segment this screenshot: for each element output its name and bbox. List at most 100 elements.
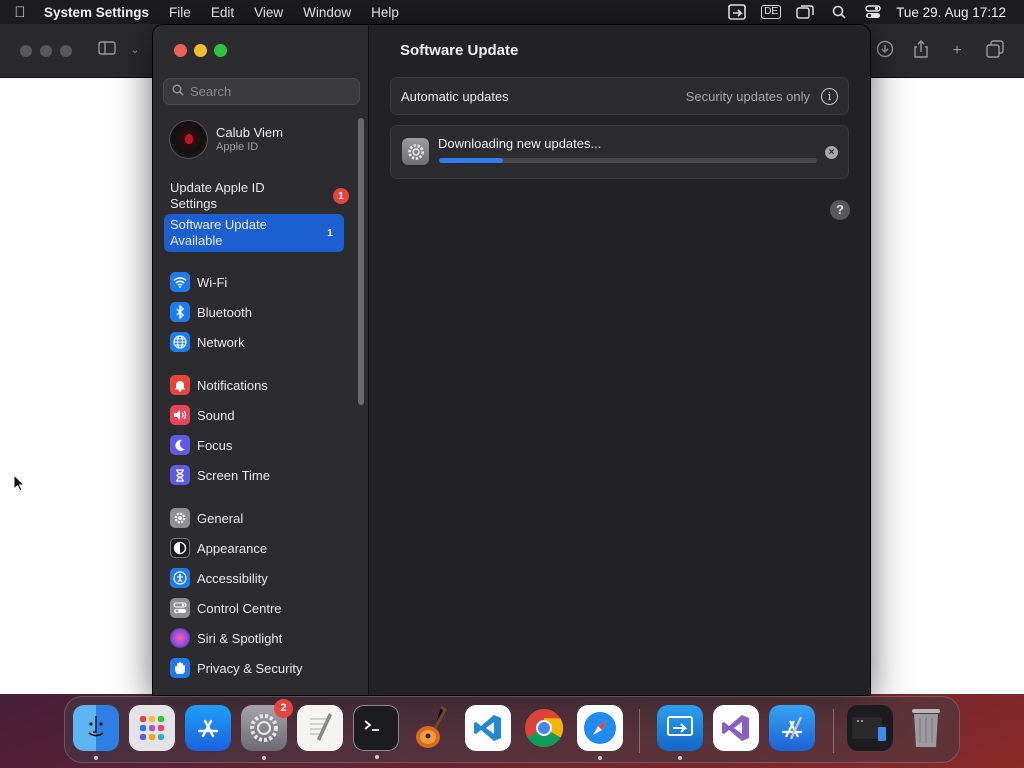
sidebar-item-notifications[interactable]: Notifications [170,374,355,396]
dock-terminal-icon[interactable] [353,705,399,759]
cancel-download-icon[interactable]: × [825,146,838,159]
accessibility-icon [170,568,190,588]
download-progress-fill [439,158,504,163]
hourglass-icon [170,465,190,485]
dock-remote-desktop-icon[interactable] [657,705,703,760]
notification-count-badge: 1 [327,227,333,239]
apple-id-account[interactable]: Calub Viem Apple ID [169,119,354,159]
hand-icon [170,658,190,678]
dock-garageband-icon[interactable] [409,705,455,751]
dock-app-store-icon[interactable] [185,705,231,751]
sidebar-item-appearance[interactable]: Appearance [170,537,355,559]
sidebar-item-label: Accessibility [197,570,268,586]
appearance-icon [170,538,190,558]
globe-icon [170,332,190,352]
dock-separator [833,709,834,753]
notice-label: Software Update Available [170,217,267,248]
account-subtitle: Apple ID [216,141,259,153]
download-progress-card: Downloading new updates... × [390,125,849,179]
speaker-icon [170,405,190,425]
spotlight-search-icon[interactable] [822,0,856,24]
sidebar-item-label: Network [197,334,245,350]
sidebar-item-general[interactable]: General [170,507,355,529]
window-close-button[interactable] [174,44,187,57]
display-mirror-icon[interactable] [788,0,822,24]
dock-trash-icon[interactable] [903,705,949,751]
sidebar-item-screen-time[interactable]: Screen Time [170,464,355,486]
menu-file[interactable]: File [159,5,201,20]
running-indicator [94,756,98,760]
menu-window[interactable]: Window [293,5,361,20]
download-status-label: Downloading new updates... [438,136,602,151]
dock-chrome-icon[interactable] [521,705,567,751]
menu-view[interactable]: View [244,5,293,20]
search-icon [172,84,190,99]
sidebar-item-label: Notifications [197,377,268,393]
bg-zoom-button[interactable] [60,45,72,57]
info-icon[interactable]: i [821,88,838,105]
keyboard-layout-label: DE [761,5,782,19]
menu-help[interactable]: Help [361,5,409,20]
software-update-gear-icon [402,138,429,165]
notice-label: Update Apple ID Settings [170,180,265,211]
bluetooth-icon [170,302,190,322]
automatic-updates-row[interactable]: Automatic updates Security updates only … [390,77,849,115]
notification-count-badge: 1 [333,188,349,204]
sidebar-scrollbar[interactable] [358,118,364,405]
sidebar-item-bluetooth[interactable]: Bluetooth [170,301,355,323]
dock-textedit-icon[interactable] [297,705,343,751]
dock-vscode-icon[interactable] [465,705,511,751]
dock-system-settings-icon[interactable]: 2 [241,699,293,760]
software-update-pane: Software Update Automatic updates Securi… [370,25,870,695]
dock-safari-icon[interactable] [577,705,623,760]
window-zoom-button[interactable] [214,44,227,57]
update-apple-id-settings-item[interactable]: Update Apple ID Settings 1 [164,177,349,215]
sidebar-item-label: Siri & Spotlight [197,630,283,646]
sidebar-item-focus[interactable]: Focus [170,434,355,456]
sidebar-item-label: Screen Time [197,467,270,483]
sidebar-item-wifi[interactable]: Wi-Fi [170,271,355,293]
new-tab-icon[interactable]: + [946,40,968,62]
page-title: Software Update [400,42,519,59]
help-button[interactable]: ? [830,200,850,220]
menu-edit[interactable]: Edit [201,5,244,20]
menu-bar-clock[interactable]: Tue 29. Aug 17:12 [890,5,1024,20]
sidebar-item-sound[interactable]: Sound [170,404,355,426]
sidebar-item-siri-spotlight[interactable]: Siri & Spotlight [170,627,355,649]
sidebar-item-privacy-security[interactable]: Privacy & Security [170,657,355,679]
sidebar-item-label: Privacy & Security [197,660,303,676]
software-update-available-item[interactable]: Software Update Available 1 [164,214,344,252]
bell-icon [170,375,190,395]
share-icon[interactable] [910,40,932,62]
dock-separator [639,709,640,753]
sidebar-item-accessibility[interactable]: Accessibility [170,567,355,589]
sidebar-toggle-icon[interactable] [96,40,118,62]
dock-xcode-icon[interactable] [769,705,815,751]
keyboard-layout-status[interactable]: DE [754,0,788,24]
control-centre-icon[interactable] [856,0,890,24]
chevron-down-icon[interactable]: ⌄ [124,40,146,62]
running-indicator [375,755,379,759]
sidebar-search[interactable] [163,78,360,105]
apple-menu-icon[interactable]:  [0,4,40,21]
menu-bar:  System Settings File Edit View Window … [0,0,1024,24]
dock-finder-icon[interactable] [73,705,119,760]
menu-app-name[interactable]: System Settings [40,5,159,20]
sidebar-item-network[interactable]: Network [170,331,355,353]
running-indicator [262,756,266,760]
account-name: Calub Viem [216,125,283,140]
sidebar-item-control-centre[interactable]: Control Centre [170,597,355,619]
downloads-icon[interactable] [874,40,896,62]
system-settings-window: Calub Viem Apple ID Update Apple ID Sett… [153,25,870,695]
dock-launchpad-icon[interactable] [129,705,175,751]
bg-minimize-button[interactable] [40,45,52,57]
running-indicator [678,756,682,760]
screen-share-status-icon[interactable] [720,0,754,24]
notification-count-badge: 2 [274,699,293,718]
window-minimize-button[interactable] [194,44,207,57]
search-input[interactable] [190,84,350,99]
bg-close-button[interactable] [20,45,32,57]
tab-overview-icon[interactable] [984,40,1006,62]
dock-visual-studio-icon[interactable] [713,705,759,751]
dock-screenshot-window-icon[interactable] [847,705,893,751]
